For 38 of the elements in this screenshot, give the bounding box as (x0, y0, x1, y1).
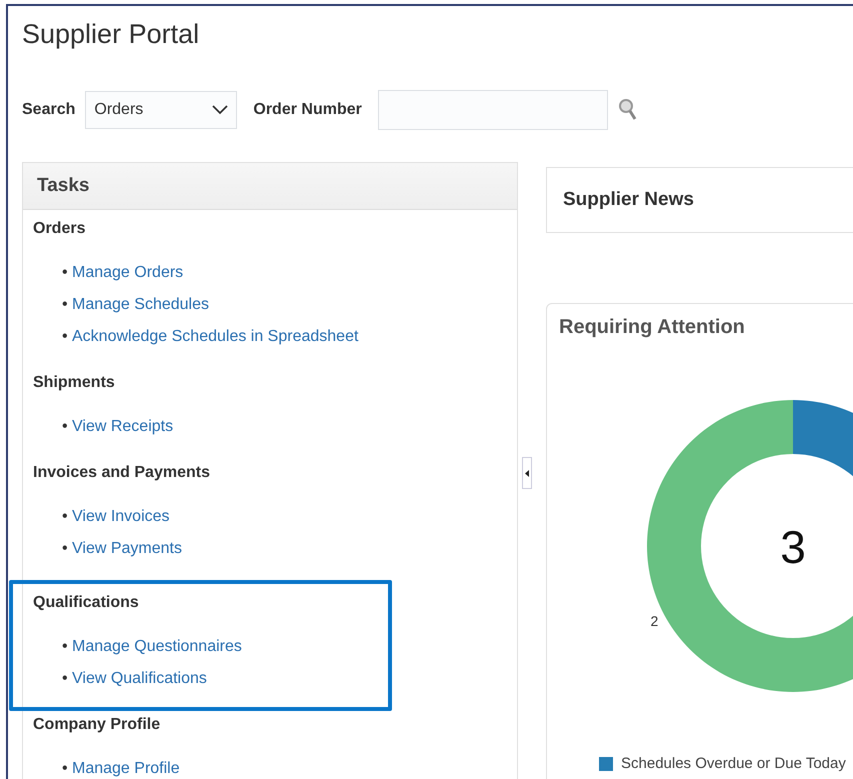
slice-value-label: 2 (650, 613, 658, 629)
bullet: • (62, 507, 69, 527)
donut-center-total: 3 (780, 521, 806, 573)
task-link[interactable]: View Receipts (72, 418, 174, 435)
task-link[interactable]: View Payments (72, 540, 182, 557)
bullet: • (62, 669, 69, 689)
search-label: Search (22, 101, 76, 119)
section-heading: Company Profile (33, 715, 162, 735)
search-dropdown[interactable]: Orders (85, 91, 238, 129)
bullet: • (62, 637, 69, 657)
task-link[interactable]: Manage Orders (72, 264, 184, 281)
task-link[interactable]: Acknowledge Schedules in Spreadsheet (72, 328, 358, 345)
section-heading: Orders (33, 219, 86, 239)
bullet: • (62, 327, 69, 347)
legend-label: Schedules Overdue or Due Today (621, 755, 846, 772)
tasks-title: Tasks (37, 175, 90, 197)
page-title: Supplier Portal (22, 18, 200, 51)
bullet: • (62, 417, 69, 437)
attention-title: Requiring Attention (559, 316, 746, 339)
caret-left-icon (525, 470, 529, 476)
order-number-label: Order Number (253, 101, 362, 119)
task-link[interactable]: View Qualifications (72, 670, 207, 687)
order-number-field[interactable] (378, 90, 608, 130)
search-icon[interactable] (618, 98, 638, 122)
section-heading: Invoices and Payments (33, 463, 211, 483)
collapse-handle[interactable] (522, 457, 532, 489)
task-link[interactable]: View Invoices (72, 508, 170, 525)
chevron-down-icon (212, 105, 228, 115)
section-heading: Shipments (33, 373, 116, 393)
bullet: • (62, 295, 69, 315)
task-link[interactable]: Manage Schedules (72, 296, 209, 313)
bullet: • (62, 759, 69, 779)
task-link[interactable]: Manage Profile (72, 760, 180, 777)
section-heading: Qualifications (33, 593, 140, 613)
news-title: Supplier News (563, 189, 694, 211)
bullet: • (62, 539, 69, 559)
task-link[interactable]: Manage Questionnaires (72, 638, 242, 655)
bullet: • (62, 263, 69, 283)
